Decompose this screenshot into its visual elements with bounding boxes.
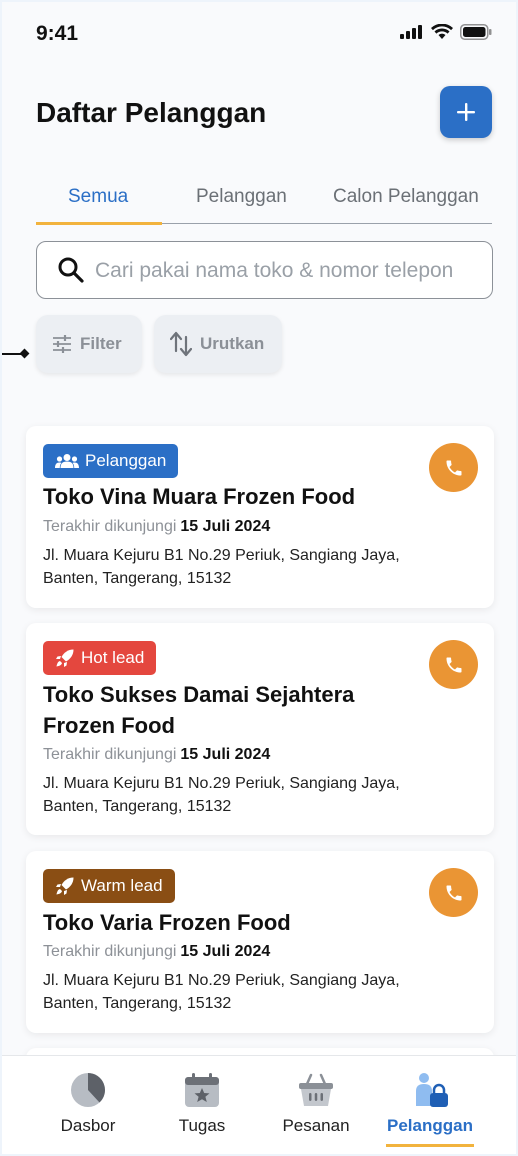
customer-address: Jl. Muara Kejuru B1 No.29 Periuk, Sangia… — [43, 775, 400, 815]
customer-type-badge: Pelanggan — [43, 444, 179, 478]
tab-bar: Semua Pelanggan Calon Pelanggan — [36, 174, 492, 225]
customer-lock-icon — [416, 1073, 448, 1107]
page-title: Daftar Pelanggan — [36, 97, 267, 128]
search-icon — [58, 257, 84, 283]
signal-icon — [400, 25, 422, 39]
phone-screen: 9:41 Daftar Pelanggan Semua Pelanggan Ca… — [2, 2, 516, 1154]
customer-card[interactable]: Pelanggan Toko Vina Muara Frozen Food Te… — [26, 426, 494, 608]
tab-calon-pelanggan[interactable]: Calon Pelanggan — [333, 186, 479, 208]
nav-label: Tugas — [178, 1116, 226, 1135]
status-time: 9:41 — [36, 22, 79, 45]
filter-label: Filter — [80, 334, 122, 353]
last-visit: Terakhir dikunjungi 15 Juli 2024 — [43, 746, 270, 764]
pie-chart-icon — [71, 1073, 105, 1107]
tab-pelanggan[interactable]: Pelanggan — [196, 186, 287, 208]
status-bar: 9:41 — [2, 2, 516, 66]
nav-label: Pesanan — [282, 1116, 350, 1135]
status-icons — [400, 24, 492, 40]
wifi-icon — [431, 24, 453, 39]
badge-label: Warm lead — [81, 876, 163, 895]
last-visit: Terakhir dikunjungi 15 Juli 2024 — [43, 943, 270, 961]
tab-semua[interactable]: Semua — [68, 186, 128, 208]
search-input[interactable]: Cari pakai nama toko & nomor telepon — [36, 241, 493, 299]
customer-card[interactable]: Warm lead Toko Varia Frozen Food Terakhi… — [26, 851, 494, 1033]
basket-icon — [299, 1073, 333, 1106]
nav-label: Pelanggan — [387, 1116, 473, 1135]
last-visit: Terakhir dikunjungi 15 Juli 2024 — [43, 518, 270, 536]
phone-icon — [446, 460, 461, 475]
users-icon — [55, 454, 79, 468]
last-visit-label: Terakhir dikunjungi — [43, 943, 177, 960]
call-button[interactable] — [429, 640, 478, 689]
rocket-icon — [56, 877, 74, 895]
nav-label: Dasbor — [60, 1116, 116, 1135]
customer-type-badge: Hot lead — [43, 641, 157, 675]
nav-item-tugas[interactable]: Tugas — [142, 1056, 262, 1154]
customer-type-badge: Warm lead — [43, 869, 175, 903]
last-visit-label: Terakhir dikunjungi — [43, 518, 177, 535]
sort-button[interactable]: Urutkan — [154, 315, 282, 373]
phone-icon — [446, 885, 461, 900]
customer-address: Jl. Muara Kejuru B1 No.29 Periuk, Sangia… — [43, 972, 400, 1012]
customer-name: Toko Varia Frozen Food — [43, 910, 291, 935]
annotation-dot — [19, 348, 30, 359]
nav-item-pelanggan[interactable]: Pelanggan — [370, 1056, 490, 1154]
sort-arrows-icon — [170, 331, 192, 357]
phone-icon — [446, 657, 461, 672]
last-visit-date: 15 Juli 2024 — [180, 518, 271, 535]
badge-label: Hot lead — [81, 648, 145, 667]
customer-name: Toko Sukses Damai Sejahtera Frozen Food — [43, 682, 355, 738]
customer-address: Jl. Muara Kejuru B1 No.29 Periuk, Sangia… — [43, 547, 400, 587]
active-nav-indicator — [386, 1144, 474, 1147]
badge-label: Pelanggan — [85, 451, 167, 470]
sort-label: Urutkan — [200, 334, 265, 353]
nav-item-pesanan[interactable]: Pesanan — [256, 1056, 376, 1154]
last-visit-label: Terakhir dikunjungi — [43, 746, 177, 763]
bottom-navigation: Dasbor Tugas Pesanan Pelanggan — [2, 1055, 516, 1154]
filter-button[interactable]: Filter — [36, 315, 142, 373]
battery-icon — [460, 24, 492, 40]
add-customer-button[interactable] — [440, 86, 492, 138]
search-placeholder: Cari pakai nama toko & nomor telepon — [95, 259, 454, 282]
calendar-star-icon — [185, 1073, 219, 1107]
active-tab-indicator — [36, 222, 162, 225]
last-visit-date: 15 Juli 2024 — [180, 746, 271, 763]
plus-icon — [457, 103, 475, 121]
nav-item-dasbor[interactable]: Dasbor — [28, 1056, 148, 1154]
sliders-icon — [53, 335, 71, 353]
customer-name: Toko Vina Muara Frozen Food — [43, 484, 356, 509]
rocket-icon — [56, 649, 74, 667]
last-visit-date: 15 Juli 2024 — [180, 943, 271, 960]
customer-card[interactable]: Hot lead Toko Sukses Damai Sejahtera Fro… — [26, 623, 494, 835]
